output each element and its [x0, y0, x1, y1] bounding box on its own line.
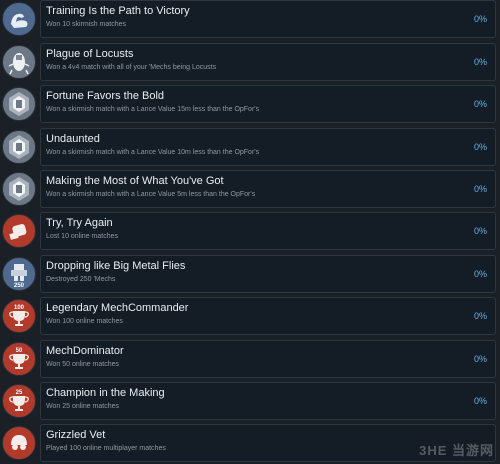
unlock-percent: 0%: [473, 354, 487, 364]
achievement-row[interactable]: 250 Dropping like Big Metal Flies Destroye…: [0, 255, 500, 295]
achievement-card: Making the Most of What You've Got Won a …: [40, 170, 496, 208]
unlock-percent: 0%: [473, 311, 487, 321]
achievement-description: Won a skirmish match with a Lance Value …: [46, 106, 260, 113]
achievement-title: Plague of Locusts: [46, 48, 134, 60]
achievement-description: Won 50 online matches: [46, 361, 120, 368]
fist-icon: [2, 214, 36, 248]
achievement-row[interactable]: 25 Champion in the Making Won 25 online ma…: [0, 382, 500, 422]
trophy-icon: 100: [2, 299, 36, 333]
achievement-title: Fortune Favors the Bold: [46, 90, 165, 102]
badge-number: 100: [14, 305, 25, 311]
achievement-description: Lost 10 online matches: [46, 233, 118, 240]
badge-number: 250: [14, 283, 25, 289]
achievement-row[interactable]: Plague of Locusts Won a 4v4 match with al…: [0, 43, 500, 83]
achievement-row[interactable]: 100 Legendary MechCommander Won 100 online…: [0, 297, 500, 337]
achievement-card: Try, Try Again Lost 10 online matches 0%: [40, 212, 496, 250]
achievement-title: Try, Try Again: [46, 217, 113, 229]
unlock-percent: 0%: [473, 99, 487, 109]
unlock-percent: 0%: [473, 226, 487, 236]
achievement-description: Won a 4v4 match with all of your 'Mechs …: [46, 64, 217, 71]
achievement-card: MechDominator Won 50 online matches 0%: [40, 340, 496, 378]
achievement-description: Won a skirmish match with a Lance Value …: [46, 149, 260, 156]
achievement-title: Dropping like Big Metal Flies: [46, 260, 186, 272]
achievement-card: Undaunted Won a skirmish match with a Lan…: [40, 128, 496, 166]
achievement-title: Training Is the Path to Victory: [46, 5, 190, 17]
helmet-icon: [2, 426, 36, 460]
unlock-percent: 0%: [473, 184, 487, 194]
trophy-icon: 25: [2, 384, 36, 418]
locust-icon: [2, 45, 36, 79]
achievement-card: Plague of Locusts Won a 4v4 match with al…: [40, 43, 496, 81]
achievement-description: Destroyed 250 'Mechs: [46, 276, 116, 283]
achievement-title: Undaunted: [46, 133, 100, 145]
badge-number: 25: [16, 390, 23, 396]
achievement-title: Legendary MechCommander: [46, 302, 189, 314]
achievement-description: Won 10 skirmish matches: [46, 21, 127, 28]
achievement-description: Won 25 online matches: [46, 403, 120, 410]
achievement-description: Played 100 online multiplayer matches: [46, 445, 166, 452]
mech-250-icon: 250: [2, 257, 36, 291]
achievement-description: Won a skirmish match with a Lance Value …: [46, 191, 256, 198]
trophy-icon: 50: [2, 342, 36, 376]
achievement-title: Making the Most of What You've Got: [46, 175, 224, 187]
achievement-title: Champion in the Making: [46, 387, 165, 399]
achievement-row[interactable]: Undaunted Won a skirmish match with a Lan…: [0, 128, 500, 168]
achievement-card: Dropping like Big Metal Flies Destroyed 2…: [40, 255, 496, 293]
achievement-title: MechDominator: [46, 345, 124, 357]
unlock-percent: 0%: [473, 14, 487, 24]
achievement-card: Champion in the Making Won 25 online matc…: [40, 382, 496, 420]
achievement-card: Training Is the Path to Victory Won 10 sk…: [40, 0, 496, 38]
achievement-row[interactable]: Training Is the Path to Victory Won 10 sk…: [0, 0, 500, 40]
mech-emblem-icon: [2, 130, 36, 164]
achievement-title: Grizzled Vet: [46, 429, 106, 441]
achievement-card: Legendary MechCommander Won 100 online ma…: [40, 297, 496, 335]
unlock-percent: 0%: [473, 57, 487, 67]
unlock-percent: 0%: [473, 142, 487, 152]
badge-number: 50: [16, 348, 23, 354]
unlock-percent: 0%: [473, 396, 487, 406]
achievement-row[interactable]: Try, Try Again Lost 10 online matches 0%: [0, 212, 500, 252]
achievement-row[interactable]: Making the Most of What You've Got Won a …: [0, 170, 500, 210]
watermark: 3HE 当游网: [419, 443, 494, 458]
unlock-percent: 0%: [473, 269, 487, 279]
achievement-card: Fortune Favors the Bold Won a skirmish ma…: [40, 85, 496, 123]
mech-emblem-icon: [2, 172, 36, 206]
flexed-arm-icon: [2, 2, 36, 36]
mech-emblem-icon: [2, 87, 36, 121]
achievement-row[interactable]: 50 MechDominator Won 50 online matches 0%: [0, 340, 500, 380]
achievement-row[interactable]: Fortune Favors the Bold Won a skirmish ma…: [0, 85, 500, 125]
achievement-description: Won 100 online matches: [46, 318, 123, 325]
